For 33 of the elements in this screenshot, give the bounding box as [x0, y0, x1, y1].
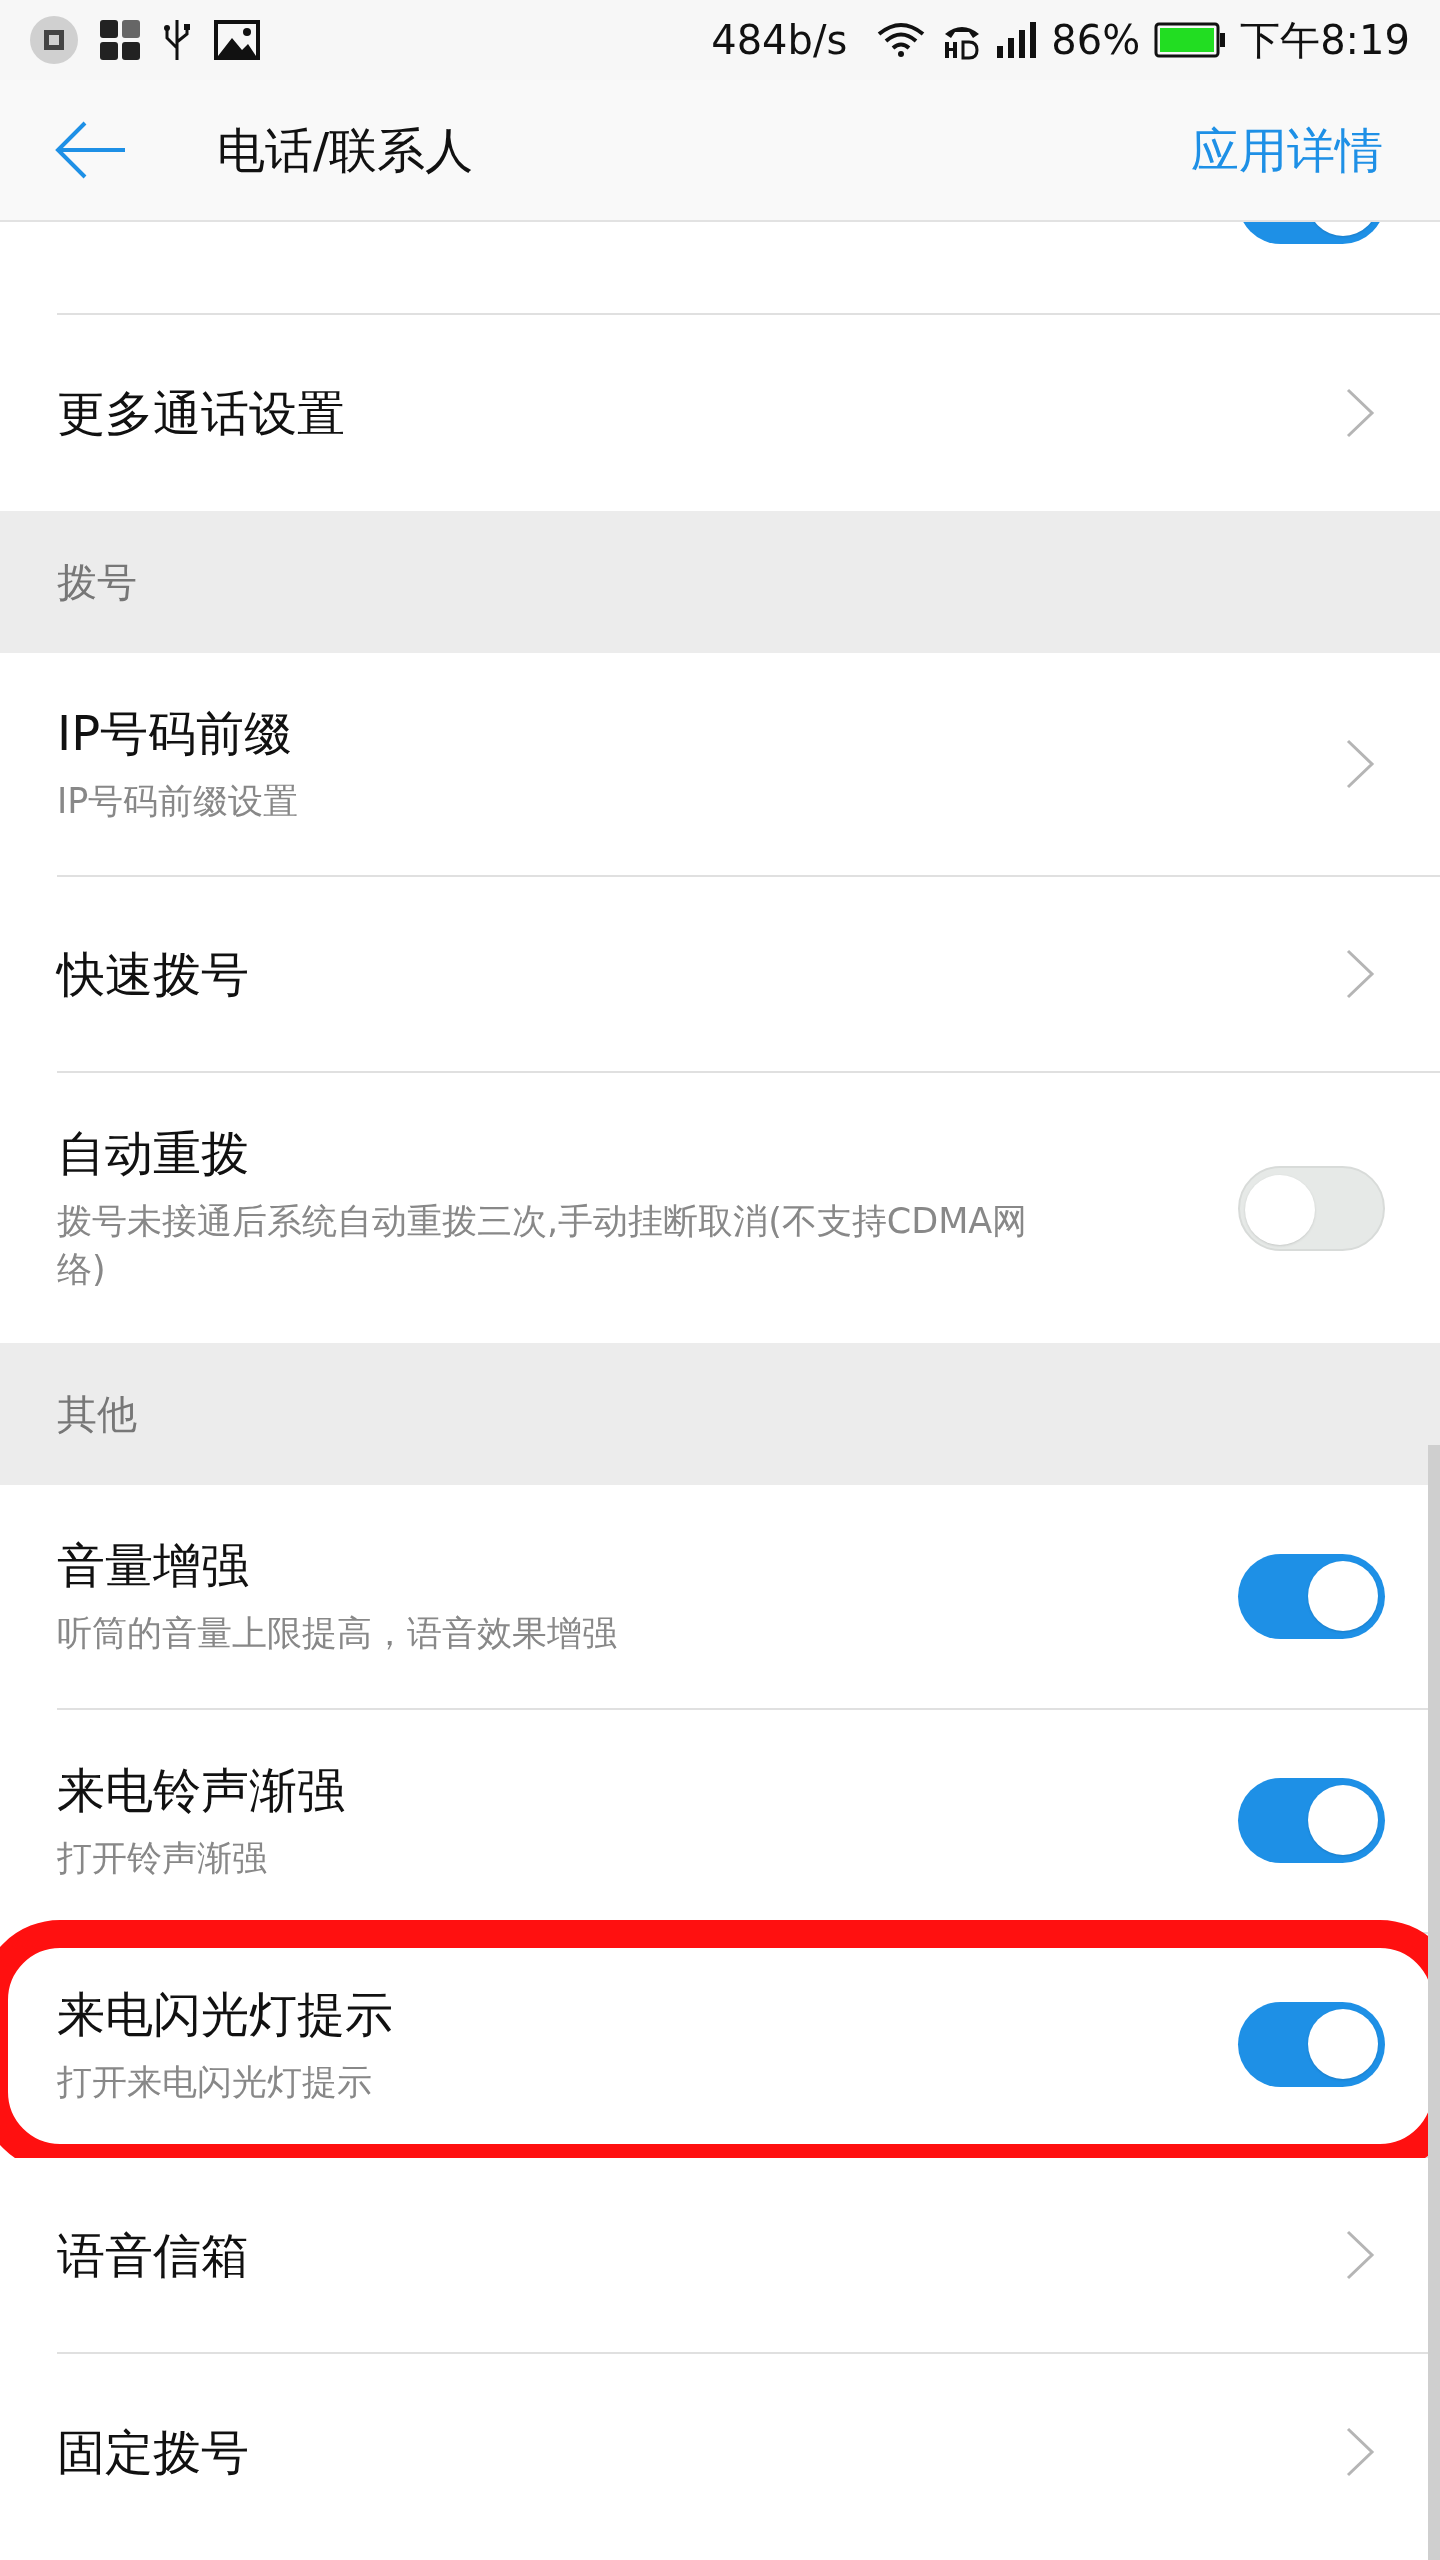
chevron-right-icon [1345, 387, 1375, 439]
clock: 下午8:19 [1240, 16, 1410, 65]
battery-icon [1154, 22, 1227, 58]
setting-description: 打开来电闪光灯提示 [57, 2060, 373, 2104]
setting-description: 打开铃声渐强 [57, 1836, 268, 1880]
setting-description: IP号码前缀设置 [57, 780, 300, 823]
usb-icon [162, 18, 192, 62]
app-icon [30, 16, 78, 64]
image-icon [214, 20, 260, 60]
section-header: 拨号 [57, 558, 137, 607]
setting-title[interactable]: 自动重拨 [57, 1123, 1198, 1184]
chevron-right-icon [1345, 948, 1375, 1001]
grid-icon [100, 20, 140, 60]
chevron-right-icon [1345, 2425, 1375, 2478]
battery-percentage: 86% [1051, 16, 1141, 65]
setting-title[interactable]: 更多通话设置 [57, 383, 1305, 443]
setting-title[interactable]: 固定拨号 [57, 2421, 1305, 2482]
setting-title[interactable]: 来电铃声渐强 [57, 1759, 1198, 1820]
setting-title[interactable]: IP号码前缀 [57, 703, 1305, 763]
chevron-right-icon [1345, 738, 1375, 791]
signal-icon [997, 22, 1038, 58]
setting-title[interactable]: 快速拨号 [57, 944, 1305, 1005]
setting-title[interactable]: 音量增强 [57, 1535, 1198, 1596]
back-arrow-icon [55, 120, 127, 180]
network-speed: 484b/s [711, 16, 848, 65]
page-title: 电话/联系人 [217, 121, 474, 180]
setting-description: 拨号未接通后系统自动重拨三次,手动挂断取消(不支持CDMA网络) [57, 1200, 1029, 1292]
chevron-right-icon [1345, 2228, 1375, 2281]
section-header: 其他 [57, 1390, 137, 1440]
setting-description: 听筒的音量上限提高，语音效果增强 [57, 1612, 618, 1656]
setting-title[interactable]: 语音信箱 [57, 2224, 1305, 2285]
setting-title[interactable]: 来电闪光灯提示 [57, 1983, 1198, 2044]
back-button[interactable] [55, 120, 127, 180]
